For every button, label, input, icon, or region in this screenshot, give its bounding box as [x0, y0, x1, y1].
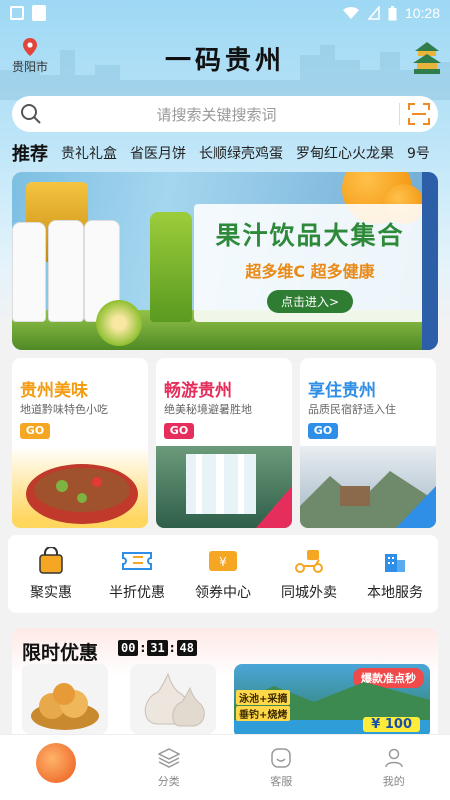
status-time: 10:28 — [404, 5, 440, 21]
location-selector[interactable]: 贵阳市 — [8, 38, 52, 75]
user-icon — [385, 748, 403, 768]
promo-card-travel[interactable]: 畅游贵州 绝美秘境避暑胜地 GO — [156, 358, 292, 528]
svg-text:¥: ¥ — [219, 555, 227, 569]
countdown-colon: : — [169, 641, 175, 655]
promo-banner[interactable]: 果汁饮品大集合 超多维C 超多健康 点击进入> — [12, 172, 438, 350]
tab-profile[interactable]: 我的 — [338, 735, 450, 800]
countdown-timer: 00 : 31 : 48 — [118, 640, 197, 656]
shopping-bag-icon — [39, 547, 63, 574]
search-bar[interactable]: 请搜索关键搜索词 — [12, 96, 438, 132]
waterfall-image — [156, 446, 292, 528]
banner-subline: 超多维C 超多健康 — [245, 262, 375, 281]
search-divider — [399, 103, 400, 125]
service-deals[interactable]: 聚实惠 — [11, 546, 91, 602]
app-header: 贵阳市 一码贵州 — [0, 30, 450, 90]
promo-title: 畅游贵州 — [164, 381, 232, 401]
tab-label: 客服 — [270, 775, 293, 788]
garlic-image — [144, 672, 205, 727]
kiwi-image — [96, 300, 142, 346]
flash-item[interactable] — [22, 664, 108, 734]
service-coupons[interactable]: ¥ 领券中心 — [183, 546, 263, 602]
flash-sale-title: 限时优惠 — [22, 642, 99, 664]
building-icon — [385, 554, 405, 572]
tab-gift-box[interactable]: 贵礼礼盒 — [61, 143, 117, 163]
promo-subtitle: 绝美秘境避暑胜地 — [164, 403, 252, 416]
go-badge: GO — [308, 423, 338, 439]
service-label: 半折优惠 — [109, 585, 165, 601]
bottle-image — [12, 222, 46, 322]
promo-subtitle: 地道黔味特色小吃 — [20, 403, 108, 416]
tab-home[interactable] — [0, 735, 113, 800]
flash-deal-banner[interactable]: 爆款准点秒 泳池+采摘 垂钓+烧烤 ¥ 100 — [234, 664, 430, 738]
home-logo-icon — [36, 743, 77, 783]
banner-text-panel: 果汁饮品大集合 超多维C 超多健康 点击进入> — [194, 204, 426, 322]
flash-deal-tag: 泳池+采摘 — [236, 690, 291, 705]
tab-label: 我的 — [382, 775, 405, 788]
bottle-image — [48, 220, 84, 322]
flash-item[interactable] — [130, 664, 216, 734]
status-bar: 10:28 — [0, 0, 450, 26]
promo-card-food[interactable]: 贵州美味 地道黔味特色小吃 GO — [12, 358, 148, 528]
signal-icon — [367, 6, 380, 20]
delivery-scooter-icon — [295, 550, 323, 573]
layers-icon — [157, 748, 180, 768]
flash-deal-tag: 垂钓+烧烤 — [236, 706, 291, 721]
category-tabs: 推荐 贵礼礼盒 省医月饼 长顺绿壳鸡蛋 罗甸红心火龙果 9号 — [12, 140, 450, 166]
tab-category[interactable]: 分类 — [113, 735, 226, 800]
go-badge: GO — [20, 423, 50, 439]
homestay-image — [300, 446, 436, 528]
countdown-minutes: 31 — [147, 640, 168, 656]
countdown-seconds: 48 — [176, 640, 197, 656]
tab-label: 分类 — [157, 775, 180, 788]
banner-headline: 果汁饮品大集合 — [215, 221, 405, 250]
search-icon — [21, 104, 41, 124]
next-banner-preview — [422, 172, 438, 350]
tab-dragon-fruit[interactable]: 罗甸红心火龙果 — [296, 143, 394, 163]
service-label: 领券中心 — [195, 585, 251, 601]
service-label: 本地服务 — [367, 585, 423, 601]
promo-title: 享住贵州 — [308, 381, 376, 401]
tab-customer-service[interactable]: 客服 — [225, 735, 338, 800]
search-input[interactable]: 请搜索关键搜索词 — [42, 104, 391, 125]
countdown-hours: 00 — [118, 640, 139, 656]
location-label: 贵阳市 — [11, 60, 48, 74]
quick-services: 聚实惠 半折优惠 ¥ 领券中心 同城外卖 本地服务 — [8, 535, 438, 613]
notification-icon — [32, 5, 46, 21]
scan-icon[interactable] — [408, 103, 430, 125]
tab-recommend[interactable]: 推荐 — [12, 140, 48, 166]
service-label: 同城外卖 — [281, 585, 337, 601]
food-image — [12, 446, 148, 528]
chat-icon — [271, 748, 291, 768]
gallery-notification-icon — [10, 6, 24, 20]
banner-enter-button[interactable]: 点击进入> — [266, 290, 354, 313]
coupon-icon: ¥ — [209, 551, 237, 571]
ticket-icon — [122, 552, 152, 570]
green-bottle-image — [150, 212, 192, 322]
service-takeout[interactable]: 同城外卖 — [269, 546, 349, 602]
bread-image — [31, 683, 99, 730]
tab-green-egg[interactable]: 长顺绿壳鸡蛋 — [199, 143, 283, 163]
promo-title: 贵州美味 — [20, 381, 88, 401]
app-title: 一码贵州 — [164, 46, 285, 76]
flash-sale-section: 限时优惠 00 : 31 : 48 爆款准点秒 泳池+采摘 垂钓+烧烤 ¥ 10… — [12, 628, 438, 748]
battery-icon — [388, 5, 397, 20]
tab-more[interactable]: 9号 — [407, 143, 430, 163]
promo-card-stay[interactable]: 享住贵州 品质民宿舒适入住 GO — [300, 358, 436, 528]
pavilion-logo-icon[interactable] — [412, 42, 442, 76]
bottom-tab-bar: 分类 客服 我的 — [0, 734, 450, 800]
promo-subtitle: 品质民宿舒适入住 — [308, 403, 396, 416]
tab-mooncake[interactable]: 省医月饼 — [130, 143, 186, 163]
service-label: 聚实惠 — [30, 585, 72, 601]
flash-deal-price: ¥ 100 — [363, 717, 420, 732]
location-pin-icon — [23, 38, 37, 56]
go-badge: GO — [164, 423, 194, 439]
service-local[interactable]: 本地服务 — [355, 546, 435, 602]
wifi-icon — [342, 6, 359, 19]
service-half-off[interactable]: 半折优惠 — [97, 546, 177, 602]
countdown-colon: : — [140, 641, 146, 655]
